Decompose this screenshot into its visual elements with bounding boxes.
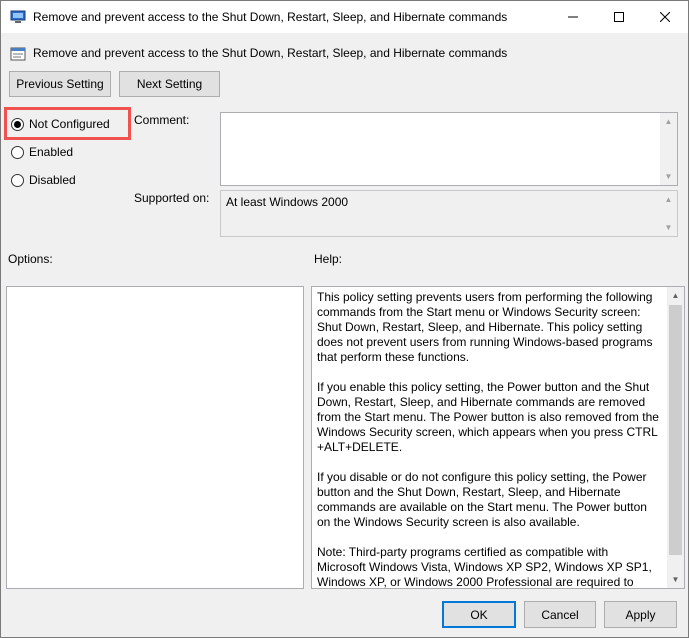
radio-disabled[interactable]: Disabled — [11, 173, 76, 187]
previous-setting-button[interactable]: Previous Setting — [9, 71, 111, 97]
radio-button-selected[interactable] — [11, 117, 24, 131]
supported-on-value: At least Windows 2000 — [226, 195, 349, 209]
help-text: This policy setting prevents users from … — [317, 290, 660, 589]
title-bar[interactable]: Remove and prevent access to the Shut Do… — [1, 1, 688, 33]
minimize-icon — [568, 16, 578, 18]
help-label: Help: — [314, 252, 343, 266]
setting-icon — [10, 47, 26, 61]
policy-dialog: Remove and prevent access to the Shut Do… — [0, 0, 689, 638]
supported-on-box: At least Windows 2000 ▲ ▼ — [220, 190, 678, 237]
scroll-down-icon[interactable]: ▼ — [667, 571, 684, 588]
options-pane — [6, 286, 304, 589]
help-paragraph: If you disable or do not configure this … — [317, 470, 647, 529]
help-paragraph: Note: Third-party programs certified as … — [317, 545, 652, 589]
radio-not-configured[interactable]: Not Configured — [11, 117, 110, 131]
scroll-up-icon[interactable]: ▲ — [667, 287, 684, 304]
minimize-button[interactable] — [550, 1, 596, 33]
window-title: Remove and prevent access to the Shut Do… — [33, 10, 508, 24]
policy-setting-icon — [10, 10, 26, 23]
options-label: Options: — [8, 252, 53, 266]
radio-button[interactable] — [11, 145, 24, 159]
help-paragraph: This policy setting prevents users from … — [317, 290, 653, 364]
ok-button[interactable]: OK — [442, 601, 516, 628]
close-button[interactable] — [642, 1, 688, 33]
close-icon — [660, 12, 670, 22]
radio-dot — [14, 120, 21, 128]
maximize-icon — [614, 12, 624, 22]
radio-enabled[interactable]: Enabled — [11, 145, 73, 159]
radio-label: Not Configured — [29, 117, 110, 131]
help-pane[interactable]: This policy setting prevents users from … — [311, 286, 685, 589]
maximize-button[interactable] — [596, 1, 642, 33]
scroll-down-icon[interactable]: ▼ — [660, 219, 677, 236]
apply-button[interactable]: Apply — [604, 601, 677, 628]
scroll-up-icon[interactable]: ▲ — [660, 113, 677, 130]
setting-title: Remove and prevent access to the Shut Do… — [33, 46, 508, 60]
radio-label: Enabled — [29, 145, 74, 159]
next-setting-button[interactable]: Next Setting — [119, 71, 220, 97]
comment-label: Comment: — [134, 113, 190, 127]
cancel-button[interactable]: Cancel — [524, 601, 596, 628]
comment-scrollbar[interactable]: ▲ ▼ — [660, 113, 677, 185]
radio-label: Disabled — [29, 173, 76, 187]
scroll-down-icon[interactable]: ▼ — [660, 168, 677, 185]
supported-on-label: Supported on: — [134, 191, 210, 205]
scrollbar-thumb[interactable] — [669, 305, 682, 555]
scroll-up-icon[interactable]: ▲ — [660, 191, 677, 208]
radio-button[interactable] — [11, 173, 24, 187]
help-scrollbar[interactable]: ▲ ▼ — [667, 287, 684, 588]
help-paragraph: If you enable this policy setting, the P… — [317, 380, 659, 454]
comment-textbox[interactable]: ▲ ▼ — [220, 112, 678, 186]
supported-scrollbar[interactable]: ▲ ▼ — [660, 191, 677, 236]
